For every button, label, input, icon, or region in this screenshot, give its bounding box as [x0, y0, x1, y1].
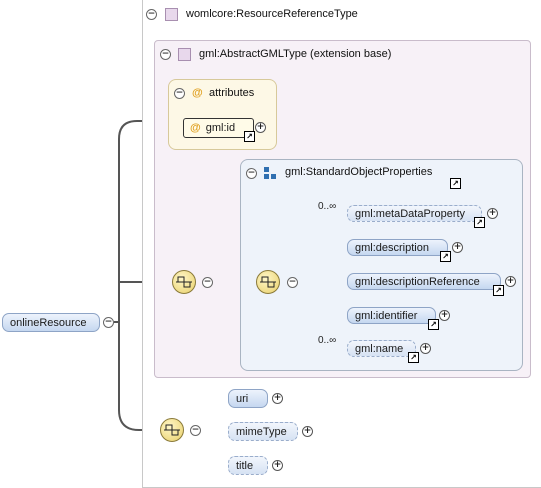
expand-icon[interactable]: + [255, 122, 266, 133]
sequence-collapse-icon[interactable]: − [287, 277, 298, 288]
link-arrow-icon: ↗ [244, 131, 255, 142]
element-gml-descriptionreference[interactable]: gml:descriptionReference [347, 273, 501, 290]
sequence-compositor-icon[interactable] [160, 418, 184, 442]
group-label: gml:StandardObjectProperties [285, 166, 433, 178]
element-online-resource[interactable]: onlineResource [2, 313, 100, 332]
extension-collapse-icon[interactable]: − [160, 49, 171, 60]
expand-icon[interactable]: + [487, 208, 498, 219]
element-gml-description[interactable]: gml:description [347, 239, 448, 256]
attribute-at-icon: @ [190, 122, 201, 134]
sequence-collapse-icon[interactable]: − [190, 425, 201, 436]
root-collapse-icon[interactable]: − [103, 317, 114, 328]
expand-icon[interactable]: + [439, 310, 450, 321]
expand-icon[interactable]: + [420, 343, 431, 354]
element-gml-metadataproperty[interactable]: gml:metaDataProperty [347, 205, 482, 222]
extension-label: gml:AbstractGMLType (extension base) [199, 48, 392, 60]
link-arrow-icon: ↗ [428, 319, 439, 330]
link-arrow-icon: ↗ [408, 352, 419, 363]
expand-icon[interactable]: + [505, 276, 516, 287]
element-gml-name[interactable]: gml:name [347, 340, 416, 357]
sequence-compositor-icon[interactable] [256, 270, 280, 294]
attributes-label: attributes [209, 87, 255, 99]
occurrence-label: 0..∞ [318, 335, 337, 346]
complex-type-icon [165, 8, 178, 21]
expand-icon[interactable]: + [272, 460, 283, 471]
attribute-at-icon: @ [192, 87, 203, 99]
link-arrow-icon: ↗ [450, 178, 461, 189]
sequence-collapse-icon[interactable]: − [202, 277, 213, 288]
occurrence-label: 0..∞ [318, 201, 337, 212]
extension-type-icon [178, 48, 191, 61]
expand-icon[interactable]: + [272, 393, 283, 404]
expand-icon[interactable]: + [452, 242, 463, 253]
element-title[interactable]: title [228, 456, 268, 475]
group-icon [264, 167, 276, 179]
type-collapse-icon[interactable]: − [146, 9, 157, 20]
element-gml-identifier[interactable]: gml:identifier [347, 307, 436, 324]
attribute-gml-id-label: gml:id [205, 122, 236, 134]
attributes-collapse-icon[interactable]: − [174, 88, 185, 99]
link-arrow-icon: ↗ [493, 285, 504, 296]
link-arrow-icon: ↗ [440, 251, 451, 262]
sequence-compositor-icon[interactable] [172, 270, 196, 294]
element-uri[interactable]: uri [228, 389, 268, 408]
group-collapse-icon[interactable]: − [246, 168, 257, 179]
link-arrow-icon: ↗ [474, 217, 485, 228]
element-mimetype[interactable]: mimeType [228, 422, 298, 441]
expand-icon[interactable]: + [302, 426, 313, 437]
type-label: womlcore:ResourceReferenceType [186, 8, 358, 20]
